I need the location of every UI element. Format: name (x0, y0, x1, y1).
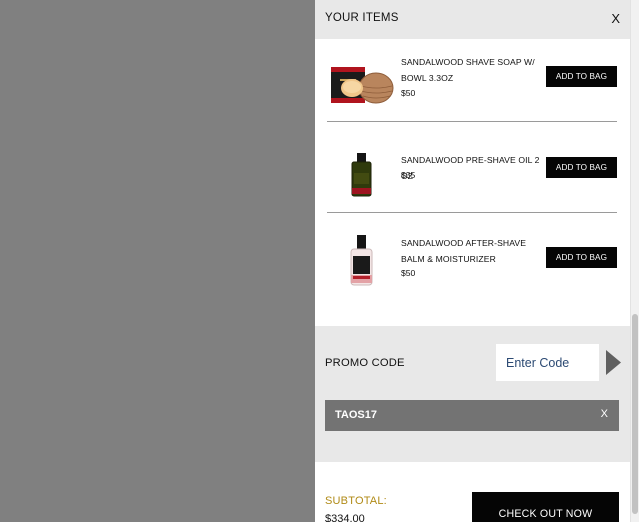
add-to-bag-button[interactable]: ADD TO BAG (546, 66, 617, 87)
item-name: SANDALWOOD PRE-SHAVE OIL 2 OZ (401, 155, 540, 181)
subtotal-label: SUBTOTAL: (325, 495, 387, 507)
cart-header: YOUR ITEMS X (315, 0, 630, 39)
scrollbar[interactable] (630, 0, 639, 522)
item-divider (327, 212, 617, 213)
close-icon[interactable]: X (611, 11, 620, 26)
item-price: $35 (401, 170, 416, 180)
promo-submit-arrow-icon[interactable] (606, 350, 621, 375)
applied-promo-badge: TAOS17 X (325, 400, 619, 431)
promo-label: PROMO CODE (325, 357, 405, 369)
item-name: SANDALWOOD AFTER-SHAVE BALM & MOISTURIZE… (401, 238, 527, 264)
promo-section: PROMO CODE TAOS17 X (315, 326, 630, 462)
recommended-item: SANDALWOOD PRE-SHAVE OIL 2 OZ $35 ADD TO… (327, 129, 617, 219)
cart-drawer: YOUR ITEMS X SANDALWOOD SHAVE SOAP W/ BO… (315, 0, 630, 522)
subtotal-value: $334.00 (325, 513, 365, 522)
cart-title: YOUR ITEMS (325, 12, 399, 24)
checkout-button[interactable]: CHECK OUT NOW (472, 492, 619, 522)
item-price: $50 (401, 268, 416, 278)
after-shave-balm-bottle-image (350, 235, 373, 286)
promo-code-input[interactable] (496, 344, 599, 381)
scrollbar-thumb[interactable] (632, 314, 638, 514)
item-name: SANDALWOOD SHAVE SOAP W/ BOWL 3.3OZ (401, 57, 535, 83)
remove-promo-icon[interactable]: X (601, 408, 608, 420)
add-to-bag-button[interactable]: ADD TO BAG (546, 157, 617, 178)
item-divider (327, 121, 617, 122)
applied-promo-code: TAOS17 (335, 409, 377, 421)
recommended-item: SANDALWOOD AFTER-SHAVE BALM & MOISTURIZE… (327, 219, 617, 309)
cart-footer: SUBTOTAL: $334.00 CHECK OUT NOW (315, 462, 630, 522)
add-to-bag-button[interactable]: ADD TO BAG (546, 247, 617, 268)
pre-shave-oil-bottle-image (351, 153, 372, 197)
page-overlay[interactable] (0, 0, 315, 522)
item-price: $50 (401, 88, 416, 98)
